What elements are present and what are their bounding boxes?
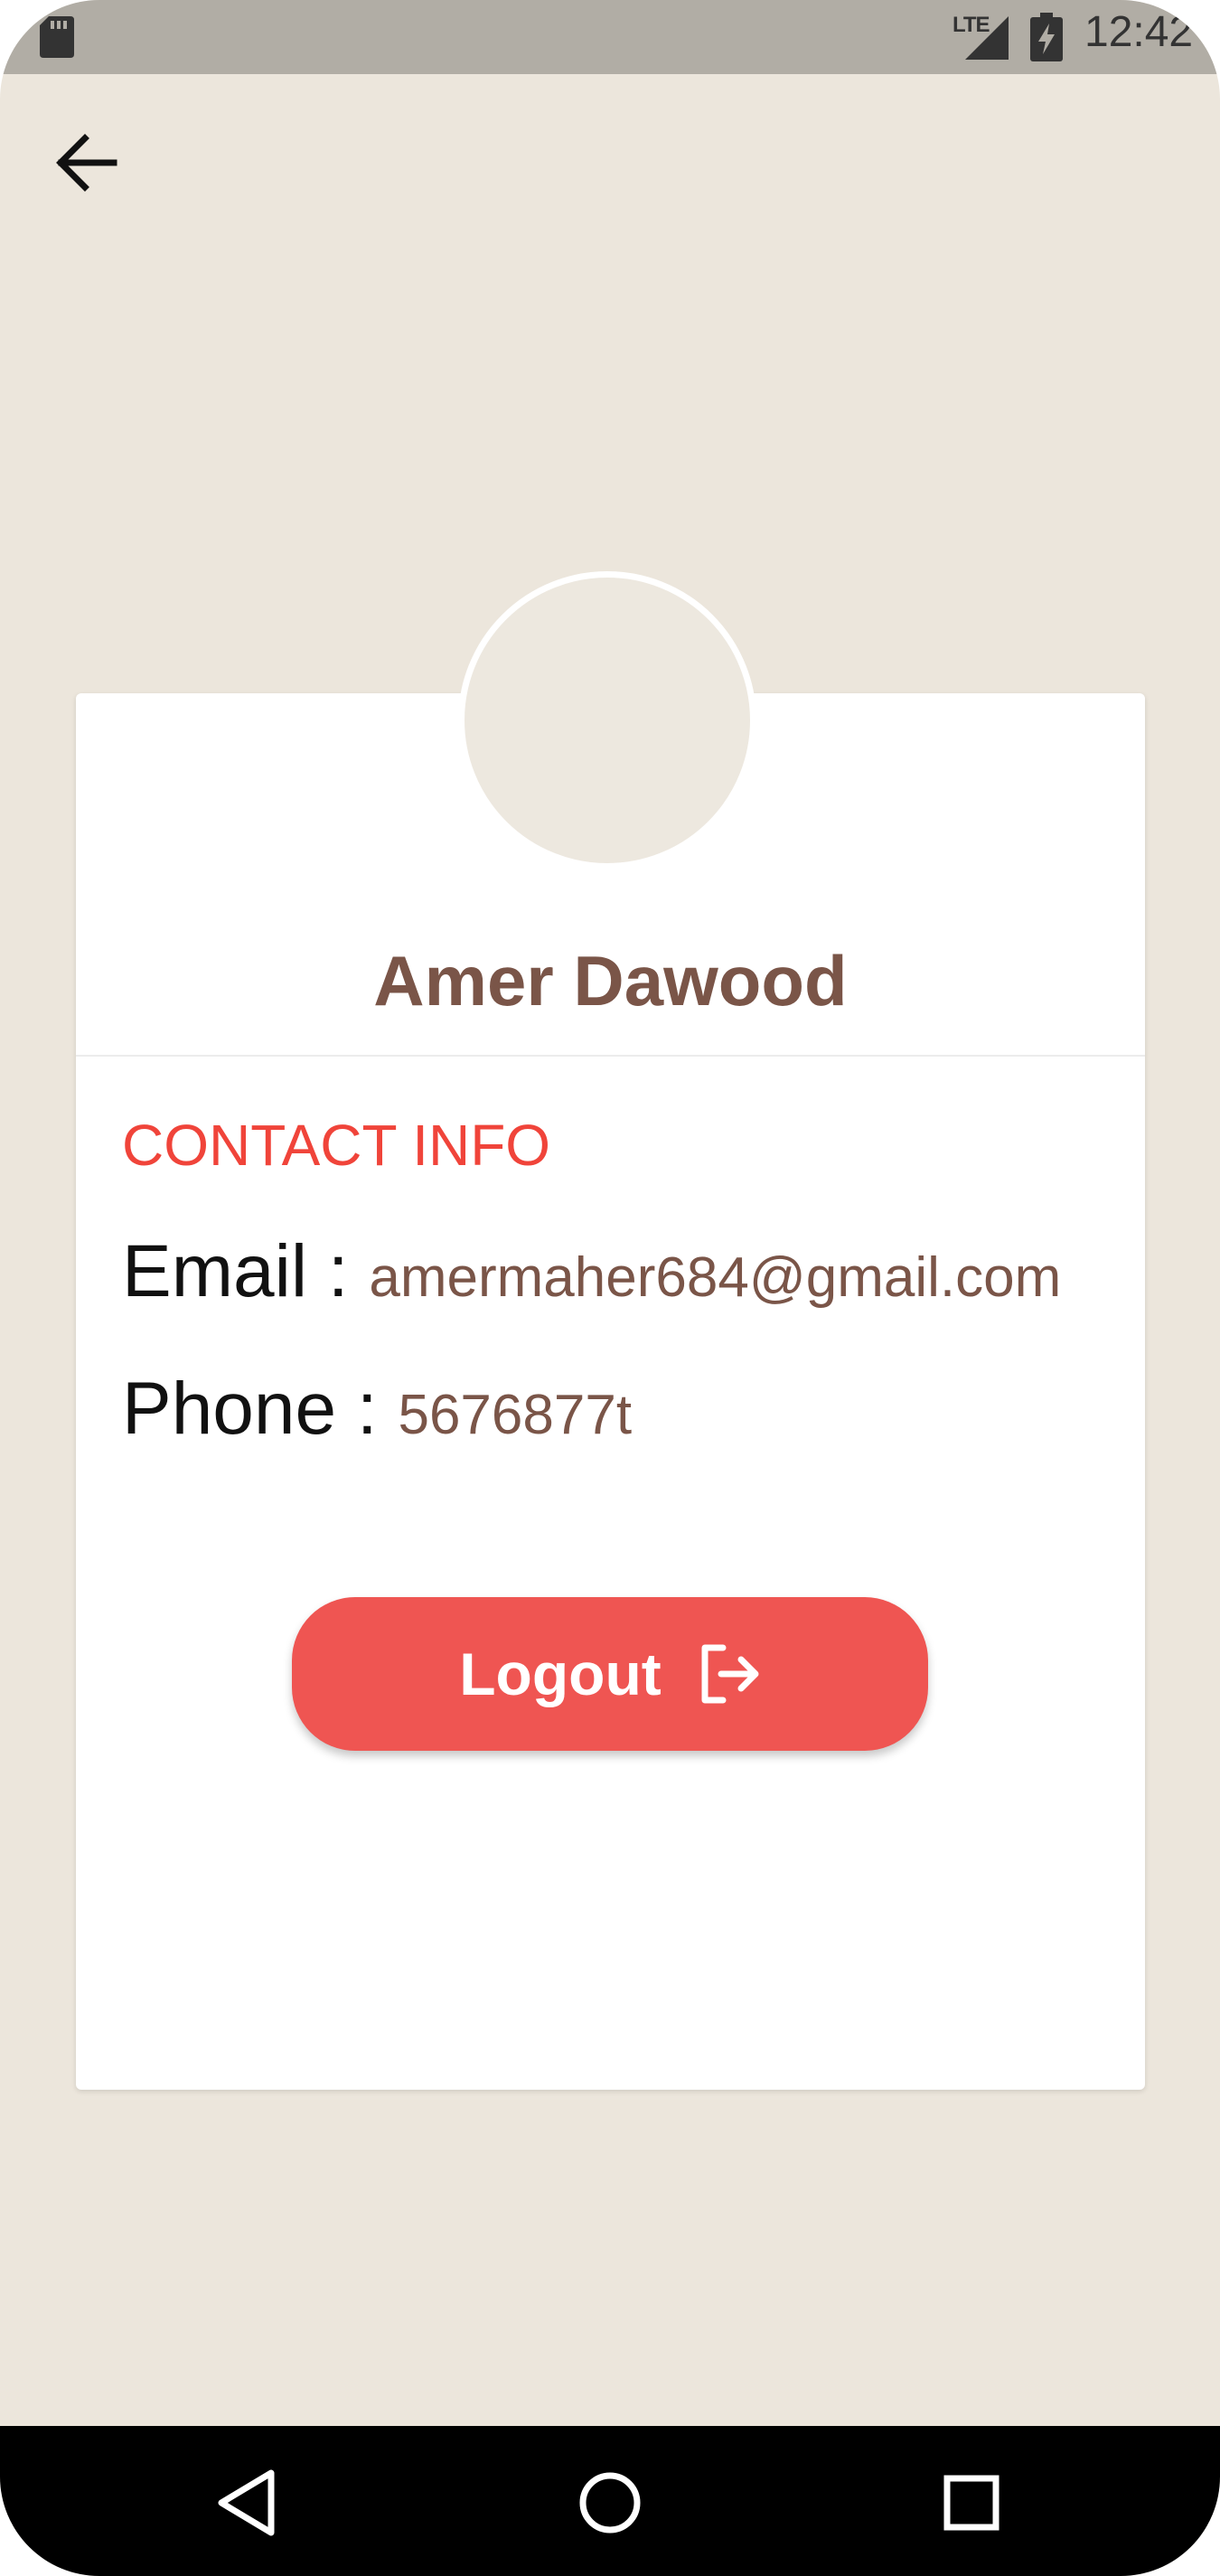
logout-label: Logout: [459, 1641, 662, 1707]
divider: [76, 1055, 1145, 1057]
phone-screen: LTE 12:42 Amer Dawood CONTACT INFO Email…: [0, 0, 1220, 2576]
status-bar: LTE 12:42: [0, 0, 1220, 74]
logout-icon: [701, 1644, 759, 1704]
phone-row: Phone : 5676877t: [122, 1367, 632, 1452]
battery-charging-icon: [1030, 13, 1063, 61]
sd-card-icon: [40, 16, 74, 58]
avatar: [458, 571, 756, 870]
back-button[interactable]: [36, 118, 136, 208]
navigation-bar: [0, 2426, 1220, 2576]
square-recents-icon: [943, 2475, 999, 2531]
email-row: Email : amermaher684@gmail.com: [122, 1229, 1061, 1314]
logout-button[interactable]: Logout: [292, 1597, 928, 1751]
arrow-left-icon: [56, 134, 117, 192]
profile-name: Amer Dawood: [373, 941, 848, 1020]
email-label: Email :: [122, 1230, 370, 1312]
signal-icon: [965, 16, 1009, 60]
status-clock: 12:42: [1084, 8, 1194, 56]
phone-value: 5676877t: [398, 1384, 633, 1446]
phone-label: Phone :: [122, 1368, 399, 1450]
nav-home-button[interactable]: [560, 2453, 660, 2552]
email-value: amermaher684@gmail.com: [369, 1246, 1062, 1309]
triangle-back-icon: [218, 2469, 275, 2536]
contact-info-heading: CONTACT INFO: [122, 1113, 551, 1178]
nav-back-button[interactable]: [199, 2453, 298, 2552]
nav-recents-button[interactable]: [922, 2453, 1021, 2552]
circle-home-icon: [579, 2472, 641, 2534]
